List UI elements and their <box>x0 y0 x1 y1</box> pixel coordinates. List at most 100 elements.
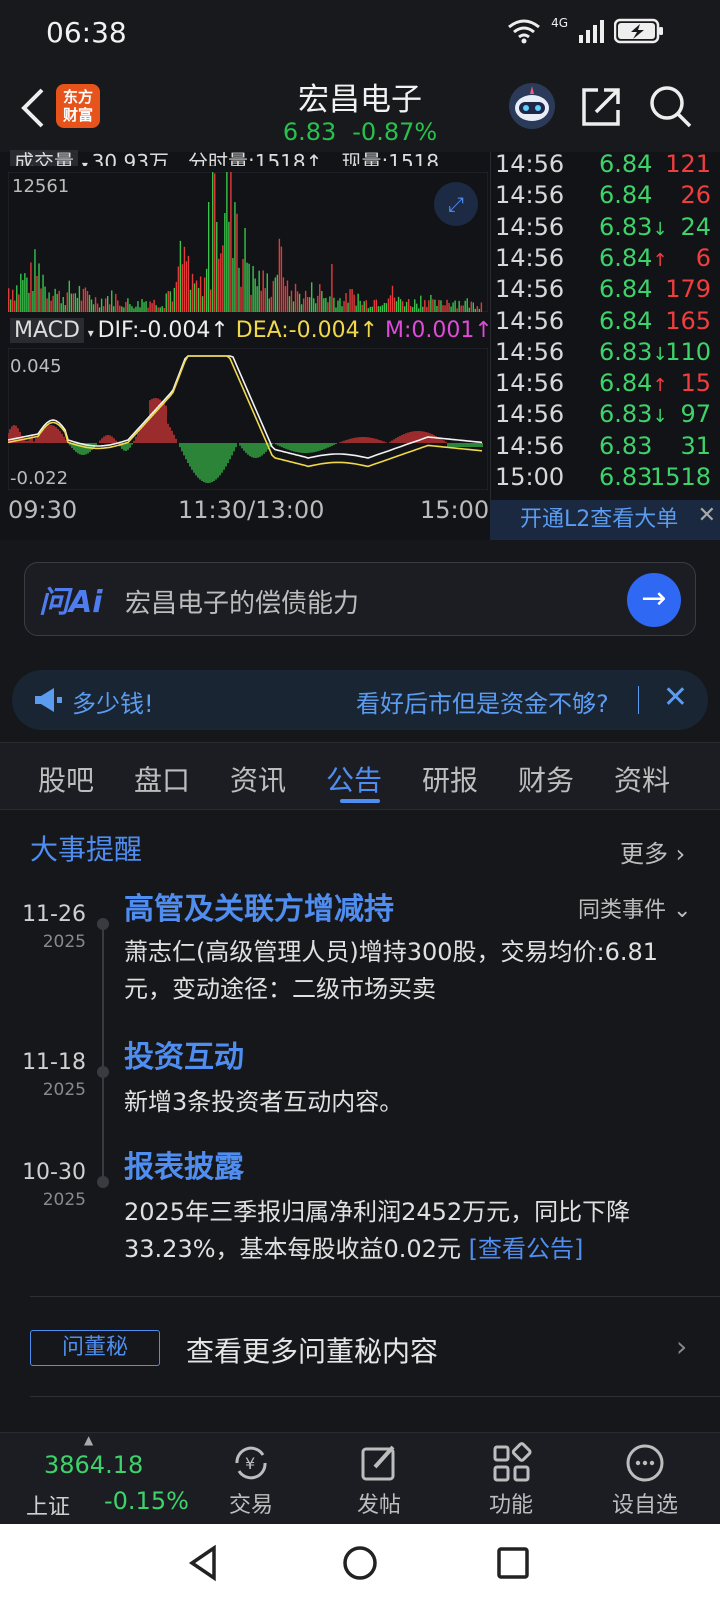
nav-functions[interactable]: 功能 <box>466 1441 556 1519</box>
grid-icon <box>493 1442 532 1482</box>
event-body: 2025年三季报归属净利润2452万元，同比下降33.23%，基本每股收益0.0… <box>124 1194 684 1268</box>
volume-bar <box>361 304 363 312</box>
volume-bar <box>250 294 252 312</box>
volume-bar <box>434 299 436 312</box>
tab-news[interactable]: 资讯 <box>230 759 286 799</box>
ad-banner[interactable]: 多少钱! 看好后市但是资金不够? ✕ <box>12 670 708 730</box>
volume-bar <box>442 305 444 312</box>
volume-bar <box>244 227 246 312</box>
tab-announcements[interactable]: 公告 <box>326 759 382 799</box>
event-year: 2025 <box>42 932 86 952</box>
chevron-right-icon[interactable]: › <box>676 1330 687 1363</box>
volume-bar <box>147 307 149 312</box>
event-body: 萧志仁(高级管理人员)增持300股，交易均价:6.81元，变动途径：二级市场买卖 <box>124 938 659 1003</box>
volume-bar <box>169 291 171 312</box>
volume-bar <box>40 288 42 312</box>
same-type-dropdown[interactable]: 同类事件 ⌄ <box>578 892 691 924</box>
nav-add-watchlist[interactable]: 设自选 <box>600 1441 690 1519</box>
volume-bar <box>409 305 412 312</box>
active-tab-indicator <box>340 799 380 803</box>
nav-post[interactable]: 发帖 <box>334 1441 424 1519</box>
volume-label[interactable]: 成交量 <box>10 150 78 166</box>
x-tick-mid: 11:30/13:00 <box>178 496 325 524</box>
tick-volume: 179 <box>665 275 711 304</box>
volume-bar <box>466 298 468 312</box>
volume-bar <box>72 293 75 312</box>
volume-bar <box>84 287 87 312</box>
volume-bar <box>14 300 16 312</box>
volume-bar <box>420 295 422 312</box>
volume-bar <box>220 253 222 312</box>
tab-finance[interactable]: 财务 <box>518 759 574 799</box>
volume-bar <box>357 293 359 312</box>
volume-bar <box>304 290 307 312</box>
recents-square-icon[interactable] <box>488 1538 538 1588</box>
volume-bars <box>8 172 488 312</box>
x-tick-close: 15:00 <box>420 496 490 524</box>
l2-upgrade-banner[interactable]: 开通L2查看大单 ✕ <box>490 500 720 540</box>
volume-bar <box>399 299 402 312</box>
volume-bar <box>141 299 143 312</box>
home-circle-icon[interactable] <box>335 1538 385 1588</box>
volume-bar <box>351 289 353 312</box>
tick-price: 6.83 <box>599 463 652 491</box>
qa-tag[interactable]: 问董秘 <box>30 1330 160 1366</box>
back-triangle-icon[interactable] <box>180 1538 230 1588</box>
volume-bar <box>151 303 153 312</box>
view-announcement-link[interactable]: [查看公告] <box>469 1235 584 1263</box>
tick-arrow: ↓ <box>652 218 668 240</box>
app-logo[interactable]: 东方 财富 <box>56 84 100 128</box>
volume-bar <box>36 276 38 312</box>
volume-bar <box>90 299 93 312</box>
volume-bar <box>268 298 270 312</box>
volume-bar <box>58 290 60 312</box>
event-date: 10-30 <box>22 1160 86 1185</box>
volume-bar <box>276 274 279 312</box>
volume-bar <box>446 299 448 312</box>
tab-guba[interactable]: 股吧 <box>38 759 94 799</box>
volume-bar <box>363 301 365 312</box>
volume-bar <box>288 296 291 312</box>
volume-bar <box>432 299 434 312</box>
close-icon[interactable]: ✕ <box>698 496 716 536</box>
robot-assistant-icon[interactable] <box>508 82 556 130</box>
tick-arrow: ↑ <box>652 249 668 271</box>
share-icon[interactable] <box>578 82 626 130</box>
volume-bar <box>189 289 192 312</box>
event-title[interactable]: 报表披露 <box>124 1142 244 1186</box>
ask-ai-box[interactable]: 问Ai 宏昌电子的偿债能力 → <box>24 562 696 636</box>
volume-bar <box>56 293 58 312</box>
tick-time: 14:56 <box>495 400 565 429</box>
tab-research[interactable]: 研报 <box>422 759 478 799</box>
tick-row: 15:00 6.83 1518 <box>491 463 720 494</box>
nav-trade[interactable]: ¥ 交易 <box>206 1441 296 1519</box>
timeline-line <box>102 920 104 1182</box>
dea-line <box>8 355 483 468</box>
ask-ai-question[interactable]: 宏昌电子的偿债能力 <box>125 583 359 620</box>
volume-bar <box>177 266 180 312</box>
volume-bar <box>440 300 442 312</box>
tab-profile[interactable]: 资料 <box>614 759 670 799</box>
close-icon[interactable]: ✕ <box>663 680 688 715</box>
event-title[interactable]: 投资互动 <box>124 1032 244 1076</box>
intraday-chart[interactable]: 成交量 ▾ 30.93万 分时量:1518↑ 现量:1518 12561 ⤢ M… <box>0 150 493 540</box>
qa-more-link[interactable]: 查看更多问董秘内容 <box>186 1330 438 1370</box>
search-icon[interactable] <box>646 82 694 130</box>
arrow-right-icon[interactable]: → <box>627 573 681 627</box>
tick-list[interactable]: 14:56 6.84 121 14:56 6.84 26 14:56 6.83↓ 24 14:56… <box>490 150 720 540</box>
more-link[interactable]: 更多 › <box>620 834 685 869</box>
volume-bar <box>387 298 390 312</box>
chevron-left-icon[interactable] <box>18 86 48 130</box>
volume-bar <box>300 304 303 312</box>
event-title[interactable]: 高管及关联方增减持 <box>124 884 394 928</box>
volume-bar <box>298 293 301 312</box>
macd-label[interactable]: MACD <box>10 318 84 343</box>
tab-pankou[interactable]: 盘口 <box>134 759 190 799</box>
volume-bar <box>185 261 188 312</box>
volume-bar <box>88 294 91 312</box>
volume-bar <box>96 303 99 312</box>
volume-bar <box>224 213 226 312</box>
volume-bar <box>161 306 163 312</box>
volume-bar <box>337 300 339 312</box>
tick-arrow: ↓ <box>652 406 668 428</box>
